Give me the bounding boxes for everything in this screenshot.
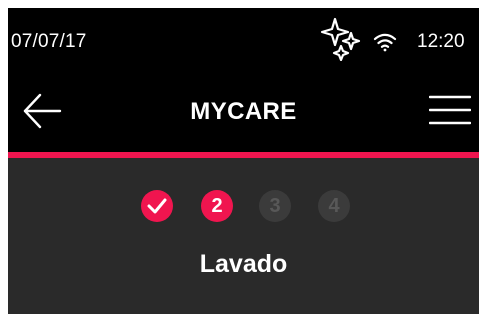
step-4-pending: 4 xyxy=(318,190,350,222)
check-icon xyxy=(147,198,167,214)
step-1-completed xyxy=(141,190,173,222)
wifi-icon xyxy=(373,33,397,52)
sparkle-icon xyxy=(320,17,361,61)
menu-button[interactable] xyxy=(428,92,472,128)
steps-panel: 2 3 4 Lavado xyxy=(8,158,479,314)
hamburger-menu-icon xyxy=(428,95,472,125)
status-date: 07/07/17 xyxy=(11,31,87,52)
app-header: MYCARE xyxy=(8,72,479,152)
device-screen: 07/07/17 12:20 MYCARE 2 3 4 Lavado xyxy=(8,8,479,314)
step-2-current: 2 xyxy=(201,190,233,222)
step-3-pending: 3 xyxy=(259,190,291,222)
step-2-number: 2 xyxy=(211,195,223,217)
step-3-number: 3 xyxy=(269,195,281,217)
status-bar: 07/07/17 12:20 xyxy=(8,8,479,72)
step-4-number: 4 xyxy=(328,195,340,217)
status-time: 12:20 xyxy=(417,31,465,52)
page-title: MYCARE xyxy=(190,98,297,125)
current-step-label: Lavado xyxy=(199,250,288,278)
